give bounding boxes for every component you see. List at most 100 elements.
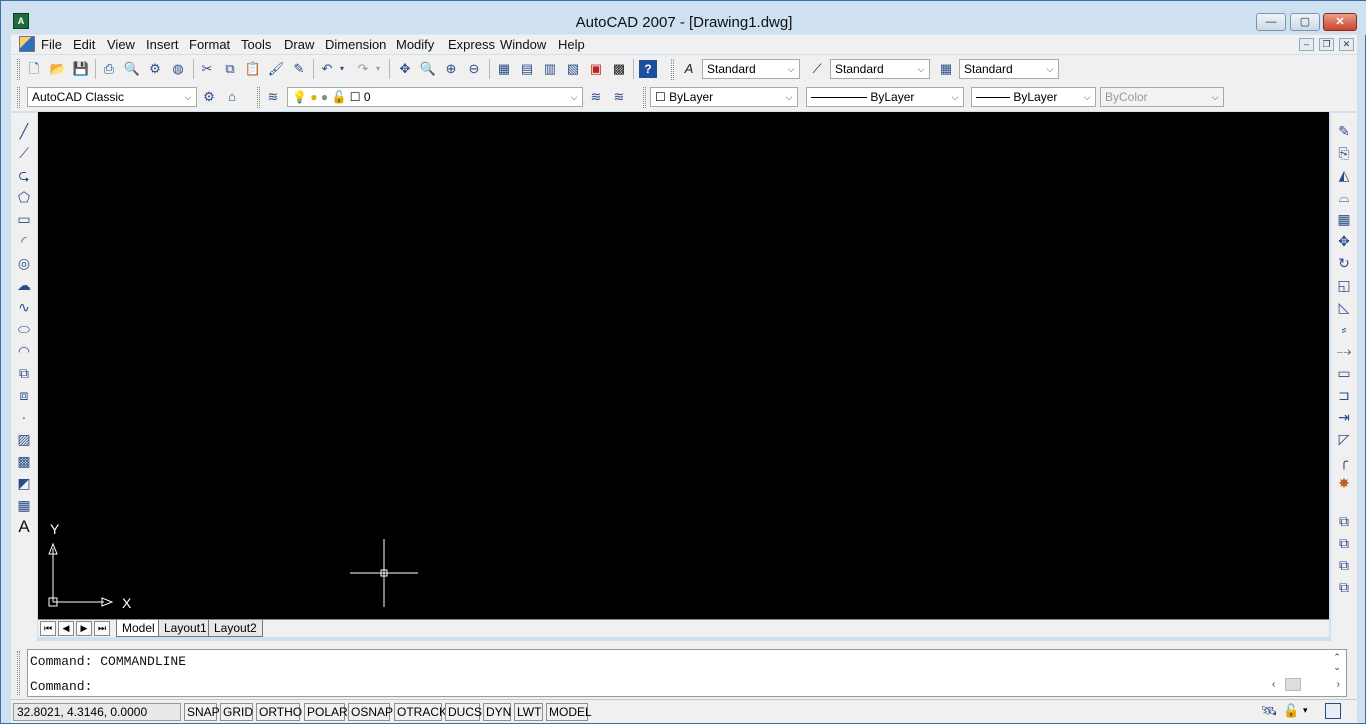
toolbar-grip[interactable]: [257, 87, 260, 108]
join-icon[interactable]: ⇥: [1333, 407, 1355, 427]
text-style-dropdown[interactable]: Standard ⌵: [702, 59, 800, 79]
grid-toggle[interactable]: GRID: [220, 703, 253, 721]
draworder-above-icon[interactable]: ⧉: [1333, 555, 1355, 575]
drawing-area[interactable]: Y X: [38, 112, 1329, 619]
first-tab-button[interactable]: ⏮: [40, 621, 56, 636]
pan-realtime-icon[interactable]: ✥: [396, 60, 414, 78]
snap-toggle[interactable]: SNAP: [184, 703, 220, 721]
dimension-style-icon[interactable]: ⟋: [808, 60, 826, 78]
menu-insert[interactable]: Insert: [146, 37, 179, 52]
polar-toggle[interactable]: POLAR: [304, 703, 348, 721]
rectangle-icon[interactable]: ▭: [13, 209, 35, 229]
make-block-icon[interactable]: ⧈: [13, 385, 35, 405]
quickcalc-icon[interactable]: ▩: [610, 60, 628, 78]
menu-draw[interactable]: Draw: [284, 37, 314, 52]
make-current-layer-icon[interactable]: ≋: [587, 88, 605, 106]
my-workspace-icon[interactable]: ⌂: [223, 88, 241, 106]
model-toggle[interactable]: MODEL: [546, 703, 592, 721]
multiline-text-icon[interactable]: A: [13, 517, 35, 537]
osnap-toggle[interactable]: OSNAP: [348, 703, 393, 721]
match-properties-icon[interactable]: 🖌: [267, 60, 285, 78]
lineweight-control-dropdown[interactable]: ByLayer ⌵: [971, 87, 1096, 107]
break-icon[interactable]: ⊐: [1333, 385, 1355, 405]
history-scroll-icon[interactable]: ⌃ ⌄: [1330, 652, 1344, 672]
otrack-toggle[interactable]: OTRACK: [394, 703, 447, 721]
3d-dwf-icon[interactable]: ◍: [169, 60, 187, 78]
draworder-back-icon[interactable]: ⧉: [1333, 533, 1355, 553]
menu-help[interactable]: Help: [558, 37, 585, 52]
tool-palettes-icon[interactable]: ▥: [541, 60, 559, 78]
publish-icon[interactable]: ⚙: [146, 60, 164, 78]
ellipse-icon[interactable]: ⬭: [13, 319, 35, 339]
tab-layout1[interactable]: Layout1: [158, 620, 213, 637]
zoom-window-icon[interactable]: ⊕: [442, 60, 460, 78]
undo-dropdown-icon[interactable]: ▾: [337, 60, 347, 78]
menu-view[interactable]: View: [107, 37, 135, 52]
help-icon[interactable]: ?: [639, 60, 657, 78]
region-icon[interactable]: ◩: [13, 473, 35, 493]
menu-modify[interactable]: Modify: [396, 37, 434, 52]
mirror-icon[interactable]: ◭: [1333, 165, 1355, 185]
dyn-toggle[interactable]: DYN: [483, 703, 511, 721]
table-style-dropdown[interactable]: Standard ⌵: [959, 59, 1059, 79]
undo-icon[interactable]: ↶: [318, 60, 336, 78]
text-style-icon[interactable]: A: [680, 60, 698, 78]
last-tab-button[interactable]: ⏭: [94, 621, 110, 636]
new-icon[interactable]: 🗋: [25, 60, 43, 78]
maximize-button[interactable]: ▢: [1290, 13, 1320, 31]
properties-icon[interactable]: ▦: [495, 60, 513, 78]
tab-layout2[interactable]: Layout2: [208, 620, 263, 637]
menu-file[interactable]: File: [41, 37, 62, 52]
copy-clipboard-icon[interactable]: ⧉: [221, 60, 239, 78]
document-close-button[interactable]: ✕: [1339, 38, 1354, 51]
copy-icon[interactable]: ⎘: [1333, 143, 1355, 163]
toolbar-grip[interactable]: [643, 87, 646, 108]
toolbar-grip[interactable]: [17, 87, 20, 108]
block-editor-icon[interactable]: ✎: [290, 60, 308, 78]
minimize-button[interactable]: —: [1256, 13, 1286, 31]
next-tab-button[interactable]: ▶: [76, 621, 92, 636]
polygon-icon[interactable]: ⬠: [13, 187, 35, 207]
paste-icon[interactable]: 📋: [244, 60, 262, 78]
command-hscrollbar[interactable]: ‹ ›: [1268, 677, 1344, 693]
save-icon[interactable]: 💾: [72, 60, 90, 78]
document-icon[interactable]: [19, 36, 35, 52]
markup-set-manager-icon[interactable]: ▣: [587, 60, 605, 78]
zoom-previous-icon[interactable]: ⊖: [465, 60, 483, 78]
arc-icon[interactable]: ◜: [13, 231, 35, 251]
menu-format[interactable]: Format: [189, 37, 230, 52]
lwt-toggle[interactable]: LWT: [514, 703, 543, 721]
draworder-front-icon[interactable]: ⧉: [1333, 511, 1355, 531]
linetype-control-dropdown[interactable]: ByLayer ⌵: [806, 87, 964, 107]
cut-icon[interactable]: ✂: [198, 60, 216, 78]
workspace-dropdown[interactable]: AutoCAD Classic ⌵: [27, 87, 197, 107]
layer-properties-manager-icon[interactable]: ≋: [264, 88, 282, 106]
fillet-icon[interactable]: ╭: [1333, 451, 1355, 471]
menu-window[interactable]: Window: [500, 37, 546, 52]
menu-edit[interactable]: Edit: [73, 37, 95, 52]
redo-dropdown-icon[interactable]: ▾: [373, 60, 383, 78]
menu-express[interactable]: Express: [448, 37, 495, 52]
rotate-icon[interactable]: ↻: [1333, 253, 1355, 273]
designcenter-icon[interactable]: ▤: [518, 60, 536, 78]
redo-icon[interactable]: ↷: [354, 60, 372, 78]
revision-cloud-icon[interactable]: ☁: [13, 275, 35, 295]
circle-icon[interactable]: ◎: [13, 253, 35, 273]
dimension-style-dropdown[interactable]: Standard ⌵: [830, 59, 930, 79]
table-icon[interactable]: ▦: [13, 495, 35, 515]
color-control-dropdown[interactable]: ☐ ByLayer ⌵: [650, 87, 798, 107]
break-at-point-icon[interactable]: ▭: [1333, 363, 1355, 383]
explode-icon[interactable]: ✸: [1333, 473, 1355, 493]
polyline-icon[interactable]: ⮎: [13, 165, 35, 185]
toolbar-grip[interactable]: [17, 59, 20, 80]
plot-icon[interactable]: ⎙: [100, 60, 118, 78]
document-restore-button[interactable]: ❐: [1319, 38, 1334, 51]
ellipse-arc-icon[interactable]: ◠: [13, 341, 35, 361]
spline-icon[interactable]: ∿: [13, 297, 35, 317]
menu-tools[interactable]: Tools: [241, 37, 271, 52]
plotstyle-control-dropdown[interactable]: ByColor ⌵: [1100, 87, 1224, 107]
menu-dimension[interactable]: Dimension: [325, 37, 386, 52]
toolbar-grip[interactable]: [671, 59, 674, 80]
insert-block-icon[interactable]: ⧉: [13, 363, 35, 383]
stretch-icon[interactable]: ◺: [1333, 297, 1355, 317]
